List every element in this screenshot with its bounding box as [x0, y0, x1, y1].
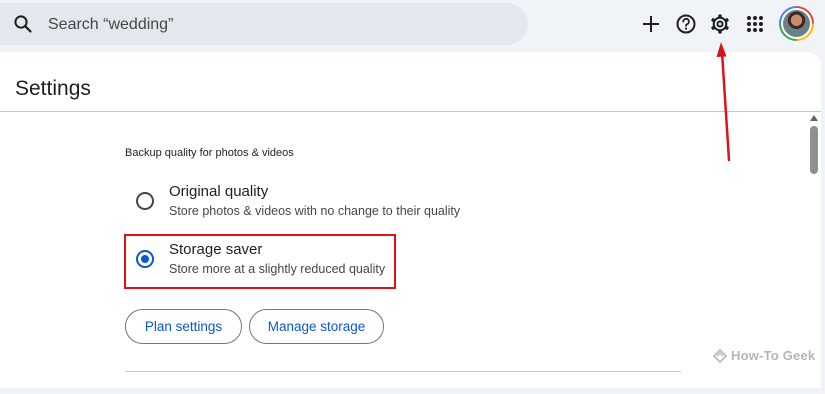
storage-saver-description: Store more at a slightly reduced quality	[169, 262, 386, 276]
apps-grid-icon[interactable]	[743, 12, 767, 36]
scroll-up-arrow-icon[interactable]	[810, 115, 818, 121]
avatar-photo	[783, 10, 810, 37]
storage-saver-radio[interactable]	[136, 250, 154, 268]
scrollbar-thumb[interactable]	[810, 126, 818, 174]
settings-gear-icon[interactable]	[708, 12, 732, 36]
section-divider	[125, 371, 681, 372]
original-quality-description: Store photos & videos with no change to …	[169, 204, 461, 218]
plan-settings-button[interactable]: Plan settings	[125, 309, 242, 344]
storage-saver-title: Storage saver	[169, 241, 263, 258]
top-bar: Search “wedding”	[0, 0, 825, 50]
page-title: Settings	[15, 77, 91, 100]
section-label: Backup quality for photos & videos	[125, 147, 294, 159]
watermark-logo-icon	[712, 348, 728, 364]
settings-panel: Settings Backup quality for photos & vid…	[0, 52, 821, 388]
watermark-text: How-To Geek	[731, 348, 816, 363]
title-divider	[0, 111, 821, 112]
search-bar[interactable]: Search “wedding”	[0, 3, 528, 45]
account-avatar[interactable]	[779, 6, 814, 41]
help-icon[interactable]	[674, 12, 698, 36]
add-icon[interactable]	[639, 12, 663, 36]
manage-storage-button[interactable]: Manage storage	[249, 309, 384, 344]
search-input[interactable]: Search “wedding”	[48, 16, 173, 34]
original-quality-title: Original quality	[169, 183, 269, 200]
original-quality-radio[interactable]	[136, 192, 154, 210]
search-icon[interactable]	[13, 14, 33, 34]
